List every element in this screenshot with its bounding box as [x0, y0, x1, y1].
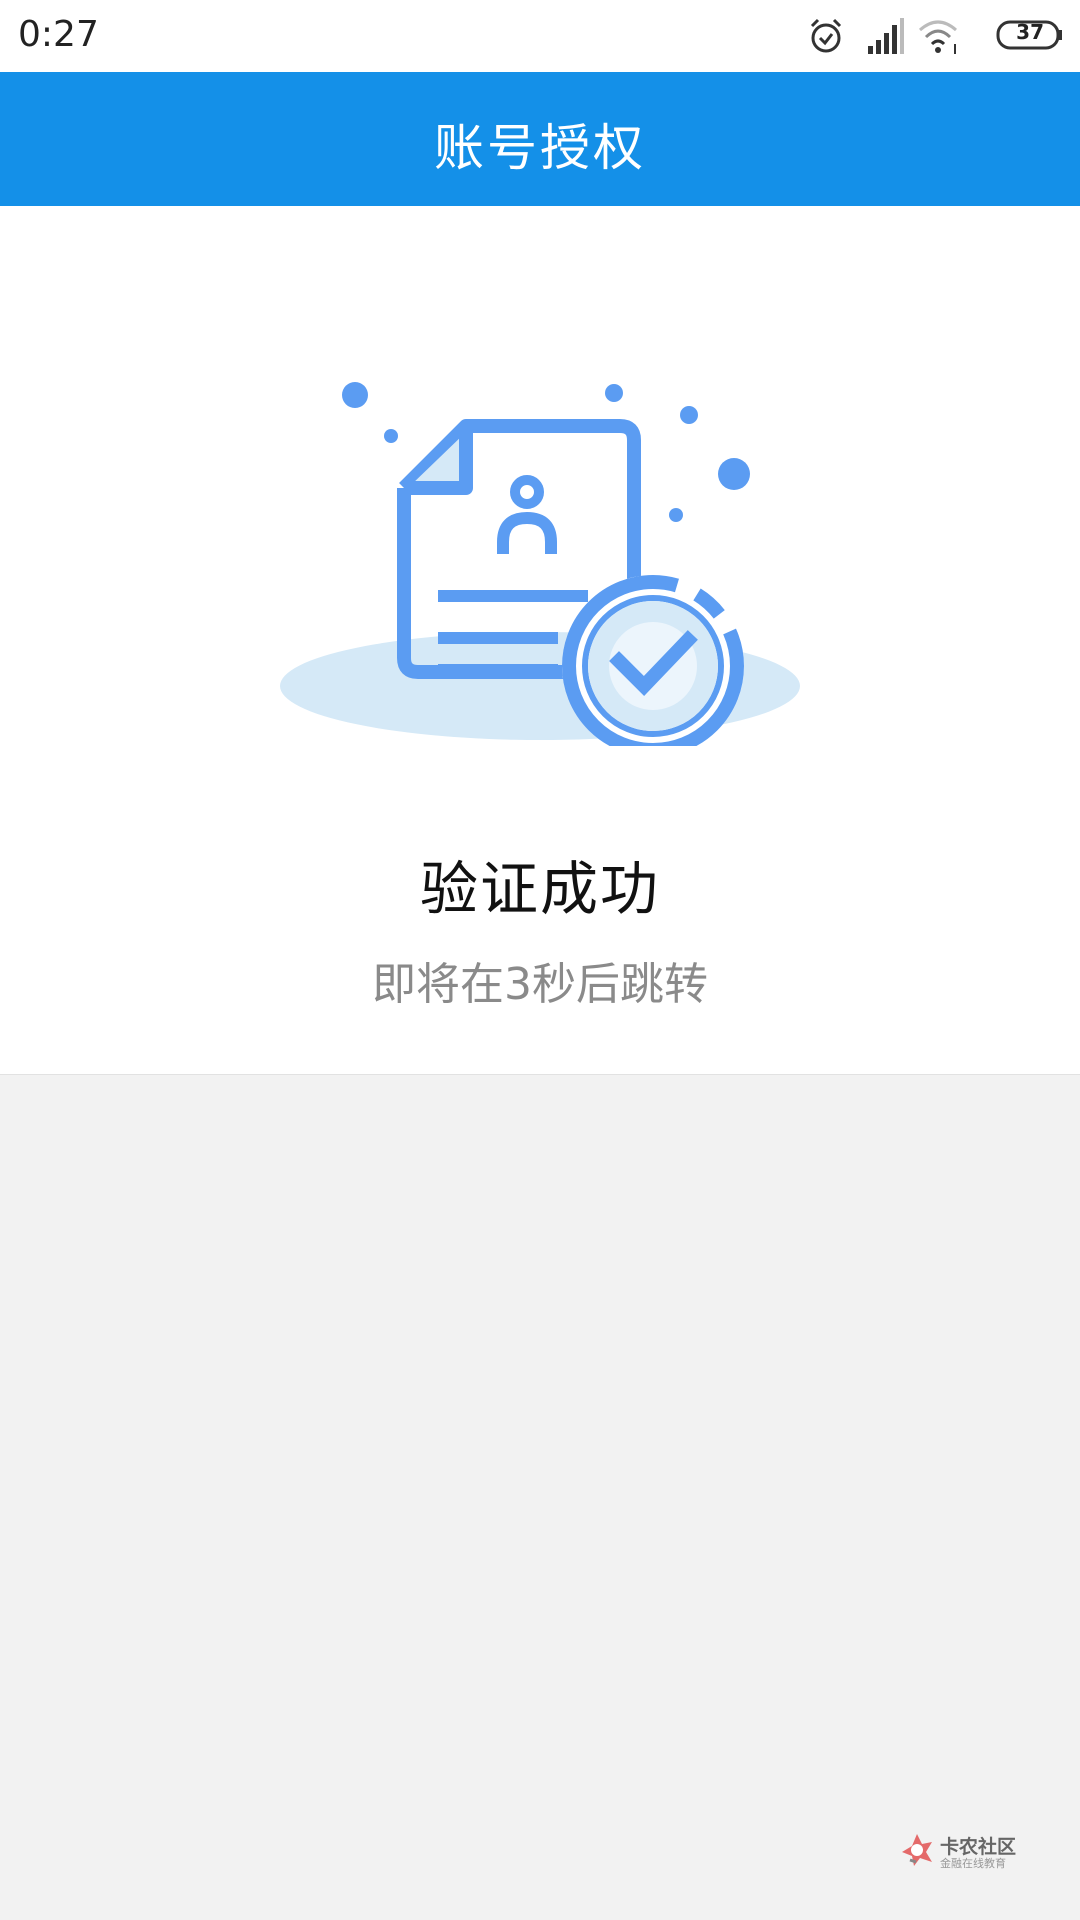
status-bar: 0:27 37 — [0, 0, 1080, 72]
signal-icon — [868, 18, 904, 54]
kanong-logo-icon — [902, 1834, 932, 1866]
watermark: 卡农社区 金融在线教育 — [900, 1832, 1020, 1872]
alarm-icon — [810, 18, 842, 53]
battery-level: 37 — [1016, 20, 1044, 44]
redirect-countdown-text: 即将在3秒后跳转 — [372, 959, 708, 1010]
watermark-slogan: 金融在线教育 — [940, 1857, 1006, 1870]
status-time: 0:27 — [18, 14, 99, 55]
wifi-icon — [919, 20, 957, 54]
verification-result-card: 验证成功 即将在3秒后跳转 — [0, 206, 1080, 1075]
app-header: 账号授权 — [0, 72, 1080, 206]
page-title: 账号授权 — [434, 119, 646, 177]
verified-document-icon — [280, 382, 800, 746]
result-title: 验证成功 — [419, 855, 660, 923]
